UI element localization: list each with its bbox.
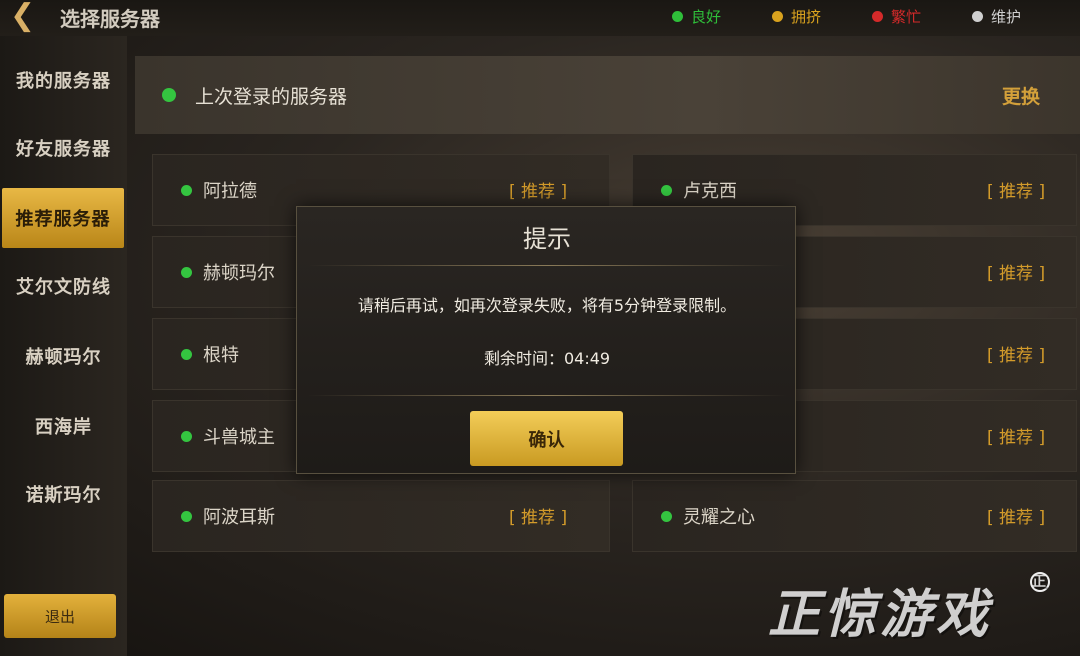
status-dot-icon <box>181 185 192 196</box>
status-dot-icon <box>872 11 883 22</box>
sidebar-item-region-4[interactable]: 诺斯玛尔 <box>0 466 127 522</box>
status-dot-icon <box>181 349 192 360</box>
status-dot-icon <box>772 11 783 22</box>
change-server-button[interactable]: 更换 <box>1002 82 1040 109</box>
legend-maintenance: 维护 <box>972 6 1021 27</box>
watermark-logo: 正惊游戏 正 <box>768 572 1068 652</box>
divider <box>307 395 787 396</box>
recommend-tag: [ 推荐 ] <box>987 508 1046 528</box>
server-name: 赫顿玛尔 <box>203 263 275 284</box>
sidebar-item-recommended[interactable]: 推荐服务器 <box>2 188 124 248</box>
legend-good: 良好 <box>672 6 721 27</box>
sidebar-item-region-1[interactable]: 艾尔文防线 <box>0 258 127 314</box>
recommend-tag: [ 推荐 ] <box>509 508 568 528</box>
status-dot-icon <box>661 511 672 522</box>
sidebar-item-my-servers[interactable]: 我的服务器 <box>0 52 127 108</box>
back-arrow-icon[interactable]: ❮ <box>10 1 50 32</box>
recommend-tag: [ 推荐 ] <box>987 264 1046 284</box>
status-dot-icon <box>972 11 983 22</box>
recommend-tag: [ 推荐 ] <box>987 182 1046 202</box>
server-name: 阿波耳斯 <box>203 507 275 528</box>
status-dot-icon <box>672 11 683 22</box>
confirm-button[interactable]: 确认 <box>470 411 623 466</box>
last-login-server-row[interactable]: 上次登录的服务器 更换 <box>135 56 1080 134</box>
server-category-sidebar: 我的服务器 好友服务器 推荐服务器 艾尔文防线 赫顿玛尔 西海岸 诺斯玛尔 <box>0 36 127 656</box>
legend-crowded: 拥挤 <box>772 6 821 27</box>
server-name: 灵耀之心 <box>683 507 755 528</box>
recommend-tag: [ 推荐 ] <box>509 182 568 202</box>
exit-button[interactable]: 退出 <box>4 594 116 638</box>
divider <box>307 265 787 266</box>
dialog-message: 请稍后再试，如再次登录失败，将有5分钟登录限制。 <box>357 296 737 315</box>
server-name: 阿拉德 <box>203 181 257 202</box>
legend-label: 维护 <box>991 8 1022 26</box>
status-dot-icon <box>181 267 192 278</box>
remaining-time: 剩余时间：04:49 <box>297 345 797 369</box>
top-bar: ❮ 选择服务器 良好 拥挤 繁忙 维护 <box>0 0 1080 36</box>
status-dot-icon <box>162 88 176 102</box>
legend-label: 拥挤 <box>791 8 822 26</box>
status-dot-icon <box>661 185 672 196</box>
recommend-tag: [ 推荐 ] <box>987 428 1046 448</box>
dialog-title: 提示 <box>523 225 571 253</box>
legend-label: 良好 <box>691 8 722 26</box>
last-login-label: 上次登录的服务器 <box>195 86 348 108</box>
remaining-time-value: 04:49 <box>563 349 611 368</box>
sidebar-item-friend-servers[interactable]: 好友服务器 <box>0 120 127 176</box>
status-dot-icon <box>181 511 192 522</box>
server-card[interactable]: 阿波耳斯 [ 推荐 ] <box>152 480 610 552</box>
login-limit-dialog: 提示 请稍后再试，如再次登录失败，将有5分钟登录限制。 剩余时间：04:49 确… <box>296 206 796 474</box>
recommend-tag: [ 推荐 ] <box>987 346 1046 366</box>
server-name: 根特 <box>203 345 239 366</box>
status-dot-icon <box>181 431 192 442</box>
page-title: 选择服务器 <box>60 7 160 31</box>
server-card[interactable]: 灵耀之心 [ 推荐 ] <box>632 480 1077 552</box>
legend-busy: 繁忙 <box>872 6 921 27</box>
registered-mark-icon: 正 <box>1030 572 1050 592</box>
sidebar-item-region-3[interactable]: 西海岸 <box>0 398 127 454</box>
server-name: 斗兽城主 <box>203 427 275 448</box>
server-name: 卢克西 <box>683 181 737 202</box>
sidebar-item-region-2[interactable]: 赫顿玛尔 <box>0 328 127 384</box>
legend-label: 繁忙 <box>891 8 922 26</box>
watermark-text: 正惊游戏 <box>768 585 993 645</box>
remaining-time-label: 剩余时间： <box>483 349 564 368</box>
